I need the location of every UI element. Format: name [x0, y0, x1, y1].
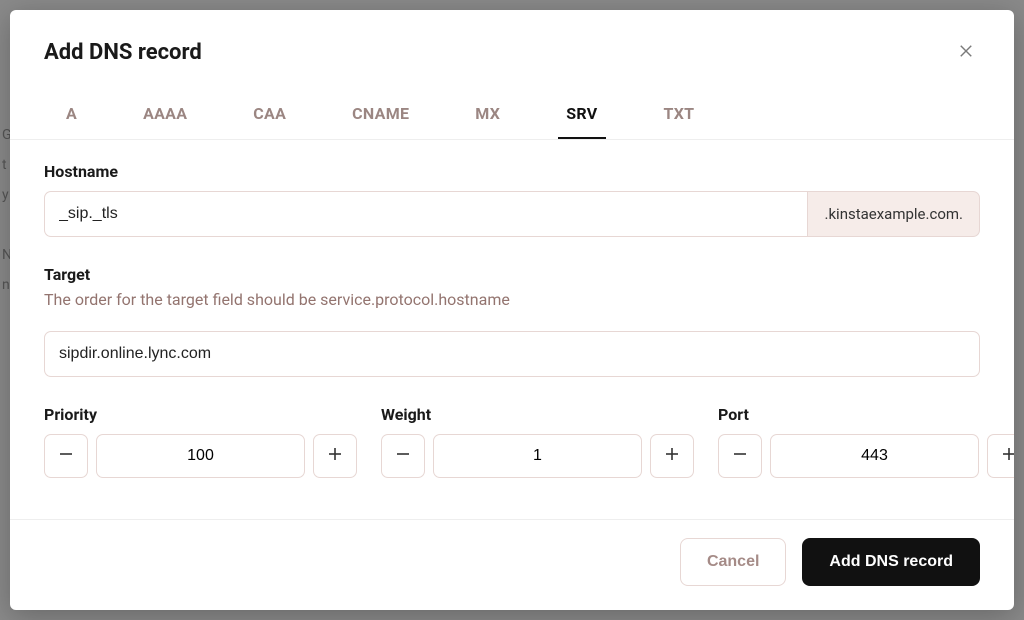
plus-icon: [664, 446, 680, 466]
tab-caa[interactable]: CAA: [231, 94, 308, 139]
priority-input[interactable]: [96, 434, 305, 478]
plus-icon: [1001, 446, 1014, 466]
port-input[interactable]: [770, 434, 979, 478]
dialog-title: Add DNS record: [44, 40, 202, 65]
priority-label: Priority: [44, 405, 357, 424]
target-label: Target: [44, 265, 980, 284]
minus-icon: [58, 446, 74, 466]
port-section: Port: [718, 405, 1014, 478]
weight-input[interactable]: [433, 434, 642, 478]
weight-stepper: [381, 434, 694, 478]
target-input[interactable]: [44, 331, 980, 377]
priority-increment-button[interactable]: [313, 434, 357, 478]
tab-aaaa[interactable]: AAAA: [121, 94, 209, 139]
priority-stepper: [44, 434, 357, 478]
weight-label: Weight: [381, 405, 694, 424]
tab-mx[interactable]: MX: [453, 94, 522, 139]
tab-txt[interactable]: TXT: [642, 94, 717, 139]
dns-record-form: Hostname .kinstaexample.com. Target The …: [10, 140, 1014, 519]
add-dns-record-button[interactable]: Add DNS record: [802, 538, 980, 586]
record-type-tabs: A AAAA CAA CNAME MX SRV TXT: [10, 94, 1014, 140]
port-increment-button[interactable]: [987, 434, 1014, 478]
weight-decrement-button[interactable]: [381, 434, 425, 478]
hostname-suffix: .kinstaexample.com.: [807, 191, 980, 237]
tab-srv[interactable]: SRV: [544, 94, 619, 139]
add-dns-record-dialog: Add DNS record A AAAA CAA CNAME MX SRV T…: [10, 10, 1014, 610]
dialog-footer: Cancel Add DNS record: [10, 519, 1014, 610]
target-help-text: The order for the target field should be…: [44, 290, 980, 309]
port-decrement-button[interactable]: [718, 434, 762, 478]
minus-icon: [395, 446, 411, 466]
port-label: Port: [718, 405, 1014, 424]
plus-icon: [327, 446, 343, 466]
close-icon: [959, 42, 973, 63]
target-section: Target The order for the target field sh…: [44, 265, 980, 377]
background-page-fragment: GtyNn: [2, 120, 10, 300]
priority-section: Priority: [44, 405, 357, 478]
port-stepper: [718, 434, 1014, 478]
hostname-label: Hostname: [44, 162, 980, 181]
cancel-button[interactable]: Cancel: [680, 538, 786, 586]
tab-cname[interactable]: CNAME: [330, 94, 431, 139]
numeric-fields-row: Priority Weight: [44, 405, 980, 478]
hostname-input-group: .kinstaexample.com.: [44, 191, 980, 237]
hostname-input[interactable]: [44, 191, 807, 237]
close-button[interactable]: [952, 38, 980, 66]
weight-section: Weight: [381, 405, 694, 478]
hostname-section: Hostname .kinstaexample.com.: [44, 162, 980, 237]
minus-icon: [732, 446, 748, 466]
dialog-header: Add DNS record: [10, 10, 1014, 90]
modal-backdrop: GtyNn Add DNS record A AAAA CAA CNAME MX…: [0, 0, 1024, 620]
priority-decrement-button[interactable]: [44, 434, 88, 478]
tab-a[interactable]: A: [44, 94, 99, 139]
weight-increment-button[interactable]: [650, 434, 694, 478]
